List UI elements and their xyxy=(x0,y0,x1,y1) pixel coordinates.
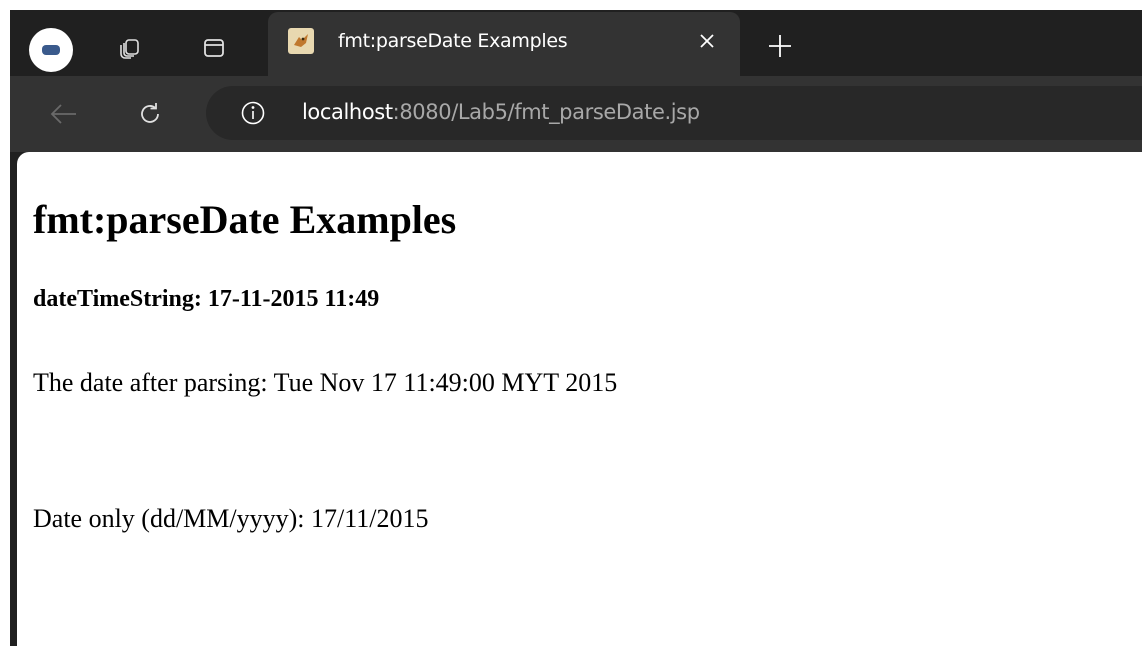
datetime-string-heading: dateTimeString: 17-11-2015 11:49 xyxy=(33,286,380,312)
back-arrow-icon[interactable] xyxy=(44,94,84,134)
tab-strip: fmt:parseDate Examples xyxy=(10,10,1142,76)
info-icon[interactable] xyxy=(240,100,266,126)
browser-window: fmt:parseDate Examples localhost:8080/La… xyxy=(10,10,1142,646)
parsed-date-text: The date after parsing: Tue Nov 17 11:49… xyxy=(33,368,618,397)
address-url: localhost:8080/Lab5/fmt_parseDate.jsp xyxy=(302,100,700,124)
tab-title: fmt:parseDate Examples xyxy=(338,30,568,52)
tab-active[interactable]: fmt:parseDate Examples xyxy=(268,12,740,76)
page-content: fmt:parseDate Examples dateTimeString: 1… xyxy=(17,152,1142,646)
plus-icon[interactable] xyxy=(762,28,798,64)
page-title: fmt:parseDate Examples xyxy=(33,197,457,242)
profile-avatar-icon[interactable] xyxy=(29,28,73,72)
workspaces-icon[interactable] xyxy=(114,32,146,64)
reload-icon[interactable] xyxy=(130,94,170,134)
tab-actions-icon[interactable] xyxy=(198,32,230,64)
screenshot-frame: fmt:parseDate Examples localhost:8080/La… xyxy=(0,0,1142,646)
address-toolbar: localhost:8080/Lab5/fmt_parseDate.jsp xyxy=(10,76,1142,152)
url-host: localhost xyxy=(302,100,393,124)
close-icon[interactable] xyxy=(692,26,722,56)
url-path: :8080/Lab5/fmt_parseDate.jsp xyxy=(392,100,700,124)
date-only-text: Date only (dd/MM/yyyy): 17/11/2015 xyxy=(33,504,429,533)
tomcat-favicon-icon xyxy=(288,28,314,54)
address-bar[interactable]: localhost:8080/Lab5/fmt_parseDate.jsp xyxy=(206,86,1142,140)
profile-avatar-image xyxy=(42,45,60,55)
